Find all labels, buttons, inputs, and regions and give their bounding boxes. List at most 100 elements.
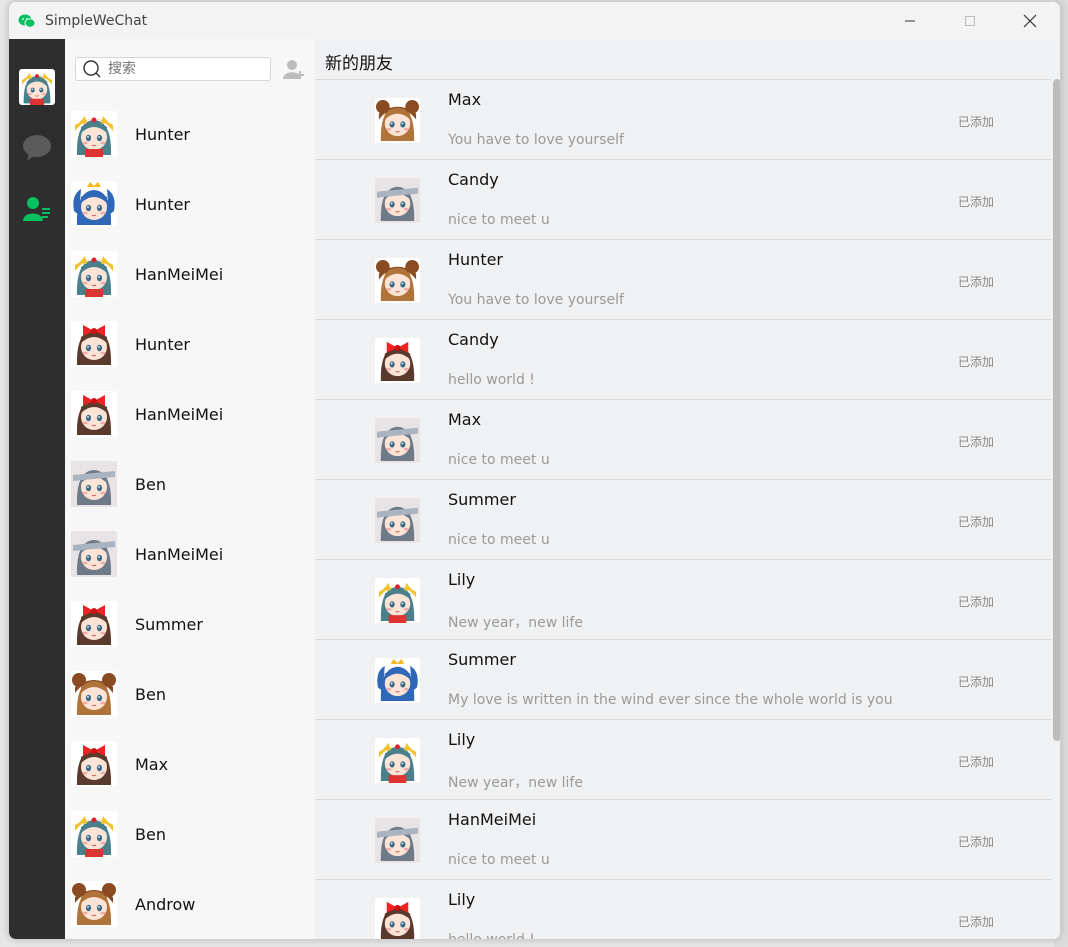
contact-avatar: [71, 601, 117, 647]
contact-item[interactable]: Hunter: [65, 99, 315, 169]
nav-chat-button[interactable]: [21, 132, 53, 164]
search-input[interactable]: [106, 60, 260, 78]
friend-request-row[interactable]: Summer My love is written in the wind eve…: [315, 639, 1051, 719]
friend-request-row[interactable]: Lily New year，new life 已添加: [315, 559, 1051, 639]
request-name: HanMeiMei: [448, 810, 537, 829]
request-avatar: [375, 578, 420, 623]
friend-request-row[interactable]: Hunter You have to love yourself 已添加: [315, 239, 1051, 319]
friend-request-row[interactable]: Candy nice to meet u 已添加: [315, 159, 1051, 239]
friend-request-row[interactable]: Summer nice to meet u 已添加: [315, 479, 1051, 559]
contact-avatar: [71, 811, 117, 857]
minimize-icon: [905, 20, 915, 21]
request-status: 已添加: [958, 435, 995, 449]
add-contact-icon: [283, 60, 304, 79]
maximize-button[interactable]: [940, 2, 1000, 39]
contact-item[interactable]: Ben: [65, 659, 315, 729]
request-message: hello world !: [448, 932, 535, 939]
page-title: 新的朋友: [325, 54, 393, 74]
request-name: Candy: [448, 170, 499, 189]
contact-avatar: [71, 111, 117, 157]
friend-request-row[interactable]: Candy hello world ! 已添加: [315, 319, 1051, 399]
request-avatar: [375, 818, 420, 863]
friend-request-row[interactable]: Lily hello world ! 已添加: [315, 879, 1051, 939]
request-message: You have to love yourself: [448, 292, 624, 308]
contacts-panel: Hunter Hunter HanMeiMei Hunter HanMeiMei Ben H…: [65, 39, 315, 939]
app-window: SimpleWeChat 搜索 Hunter Hunter HanMeiMei …: [8, 1, 1061, 940]
request-status: 已添加: [958, 195, 995, 209]
contact-item[interactable]: Max: [65, 729, 315, 799]
contact-avatar: [71, 251, 117, 297]
request-name: Candy: [448, 330, 499, 349]
request-status: 已添加: [958, 515, 995, 529]
request-status: 已添加: [958, 595, 995, 609]
nav-sidebar: [9, 39, 65, 939]
friend-request-row[interactable]: HanMeiMei nice to meet u 已添加: [315, 799, 1051, 879]
window-title: SimpleWeChat: [45, 12, 148, 29]
friend-request-list: Max You have to love yourself 已添加 Candy nice…: [315, 79, 1051, 939]
friend-request-row[interactable]: Max You have to love yourself 已添加: [315, 79, 1051, 159]
wechat-logo-icon: [18, 12, 36, 30]
request-avatar: [375, 178, 420, 223]
contact-name: Hunter: [135, 194, 191, 214]
contact-item[interactable]: Summer: [65, 589, 315, 659]
contact-name: Summer: [135, 614, 203, 634]
request-message: You have to love yourself: [448, 132, 624, 148]
contact-item[interactable]: Ben: [65, 799, 315, 869]
contact-avatar: [71, 181, 117, 227]
request-message: nice to meet u: [448, 212, 550, 228]
scrollbar[interactable]: [1053, 79, 1060, 741]
close-button[interactable]: [1000, 2, 1060, 39]
contact-item[interactable]: HanMeiMei: [65, 239, 315, 309]
request-name: Summer: [448, 650, 516, 669]
request-name: Summer: [448, 490, 516, 509]
request-message: hello world !: [448, 372, 535, 388]
contact-item[interactable]: Hunter: [65, 169, 315, 239]
request-avatar: [375, 898, 420, 939]
contact-avatar: [71, 741, 117, 787]
request-avatar: [375, 258, 420, 303]
request-message: nice to meet u: [448, 852, 550, 868]
request-message: New year，new life: [448, 615, 583, 631]
contact-item[interactable]: Hunter: [65, 309, 315, 379]
request-message: New year，new life: [448, 775, 583, 791]
request-status: 已添加: [958, 355, 995, 369]
contact-item[interactable]: HanMeiMei: [65, 379, 315, 449]
chat-bubble-icon: [23, 135, 51, 161]
request-status: 已添加: [958, 275, 995, 289]
request-avatar: [375, 658, 420, 703]
contact-list: Hunter Hunter HanMeiMei Hunter HanMeiMei Ben H…: [65, 99, 315, 939]
add-friend-button[interactable]: [283, 58, 305, 80]
request-name: Lily: [448, 890, 476, 909]
contact-item[interactable]: Ben: [65, 449, 315, 519]
contact-name: HanMeiMei: [135, 404, 224, 424]
request-name: Lily: [448, 570, 476, 589]
contact-avatar: [71, 531, 117, 577]
friend-request-row[interactable]: Lily New year，new life 已添加: [315, 719, 1051, 799]
search-icon: [83, 60, 101, 78]
contact-avatar: [71, 881, 117, 927]
nav-contacts-button[interactable]: [21, 193, 53, 225]
search-box[interactable]: [75, 57, 271, 81]
request-message: nice to meet u: [448, 532, 550, 548]
contact-item[interactable]: Androw: [65, 869, 315, 939]
request-name: Max: [448, 410, 482, 429]
friend-request-row[interactable]: Max nice to meet u 已添加: [315, 399, 1051, 479]
request-status: 已添加: [958, 835, 995, 849]
request-status: 已添加: [958, 675, 995, 689]
request-avatar: [375, 98, 420, 143]
request-status: 已添加: [958, 755, 995, 769]
contact-avatar: [71, 391, 117, 437]
request-avatar: [375, 418, 420, 463]
contact-item[interactable]: HanMeiMei: [65, 519, 315, 589]
contact-name: Hunter: [135, 334, 191, 354]
my-avatar[interactable]: [19, 69, 55, 105]
request-name: Hunter: [448, 250, 504, 269]
request-message: My love is written in the wind ever sinc…: [448, 692, 893, 708]
contact-name: Androw: [135, 894, 196, 914]
request-name: Lily: [448, 730, 476, 749]
request-avatar: [375, 498, 420, 543]
contact-avatar: [71, 461, 117, 507]
contact-name: Hunter: [135, 124, 191, 144]
request-message: nice to meet u: [448, 452, 550, 468]
minimize-button[interactable]: [880, 2, 940, 39]
